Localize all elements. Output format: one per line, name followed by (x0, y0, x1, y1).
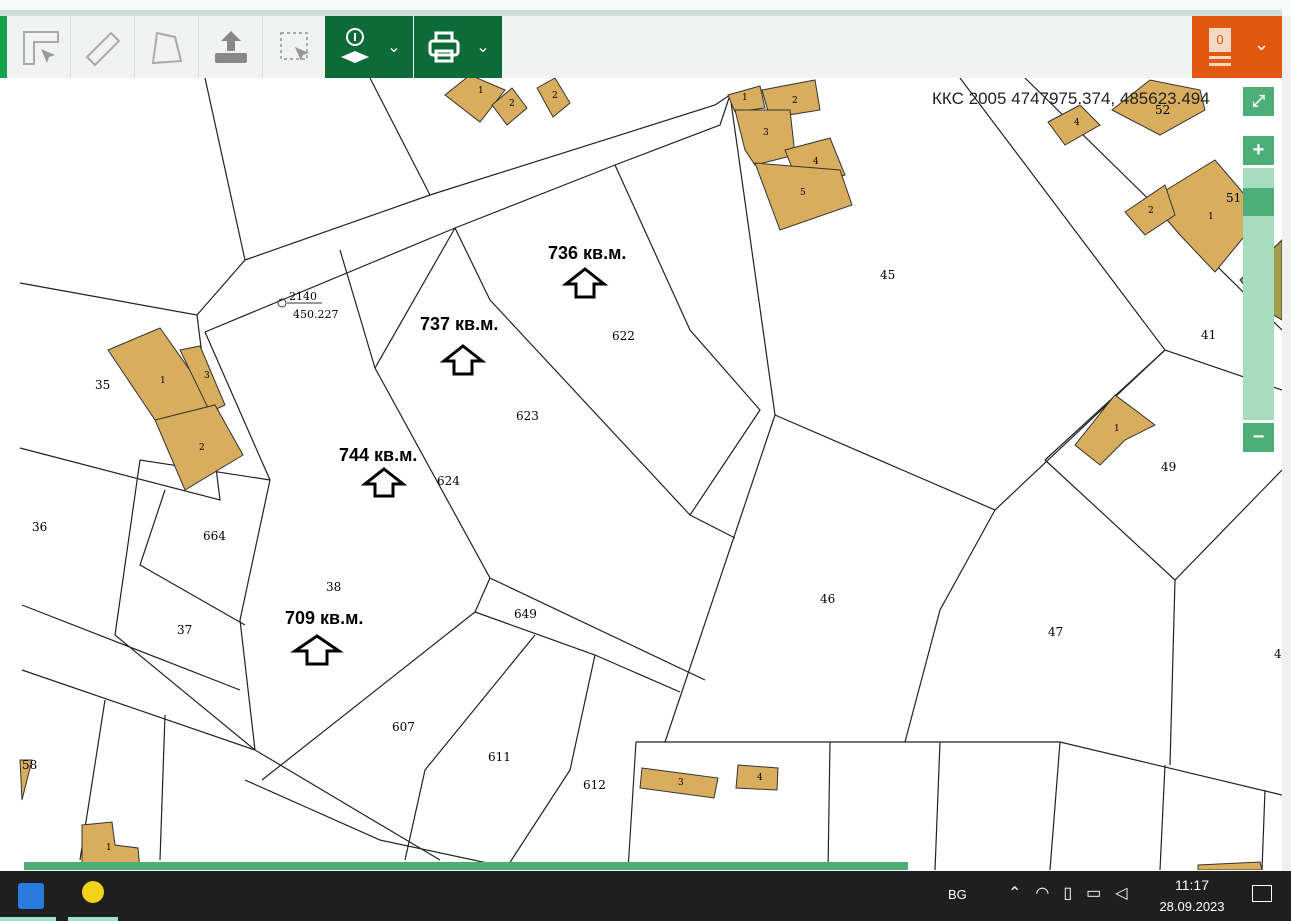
photos-app-icon[interactable] (18, 883, 44, 909)
area-label: 737 кв.м. (420, 314, 498, 334)
parcel-label[interactable]: 38 (326, 580, 341, 594)
language-indicator[interactable]: BG (948, 887, 967, 902)
upload-button[interactable] (199, 16, 263, 78)
chevron-down-icon: ⌄ (1254, 34, 1270, 54)
building-numbers: 1 2 2 1 2 3 4 5 4 1 2 1 3 2 1 3 4 1 (106, 86, 1214, 853)
info-layers-icon (341, 28, 370, 63)
building-number: 2 (792, 96, 798, 106)
zoom-in-button[interactable]: + (1243, 136, 1274, 165)
parcel-label[interactable]: 4 (1274, 647, 1282, 661)
bottom-panels (24, 862, 908, 870)
parcel-label[interactable]: 611 (488, 750, 511, 764)
clock-time[interactable]: 11:17 (1162, 877, 1222, 893)
building-number: 4 (1074, 118, 1080, 128)
cadastral-map[interactable]: 1 2 2 1 2 3 4 5 4 1 2 1 3 2 1 3 4 1 45 6… (0, 78, 1282, 870)
map-canvas: 1 2 2 1 2 3 4 5 4 1 2 1 3 2 1 3 4 1 45 6… (19, 78, 1282, 870)
building-number: 3 (763, 128, 769, 138)
building-number: 2 (509, 99, 515, 109)
list-icon-line (1209, 63, 1231, 66)
building-number: 1 (478, 86, 484, 96)
parcel-label[interactable]: 607 (392, 720, 415, 734)
ruler-icon (85, 31, 120, 67)
polygon-icon (151, 31, 182, 65)
zoom-slider-handle[interactable] (1243, 188, 1274, 216)
area-label: 736 кв.м. (548, 243, 626, 263)
survey-point: 2140 450.227 (277, 290, 339, 321)
arrow-up-icon (360, 467, 408, 498)
chevron-down-icon: ⌄ (387, 39, 401, 56)
parcel-label[interactable]: 35 (95, 378, 110, 392)
area-annotations: 736 кв.м. 737 кв.м. 744 кв.м. 709 кв.м. (285, 243, 626, 628)
parcel-label[interactable]: 37 (177, 623, 192, 637)
parcel-label[interactable]: 649 (514, 607, 537, 621)
parcel-label[interactable]: 36 (32, 520, 47, 534)
cart-count: 0 (1209, 28, 1231, 52)
print-button[interactable]: ⌄ (414, 16, 502, 78)
coordinates-tool-button[interactable] (7, 16, 71, 78)
parcel-label[interactable]: 622 (612, 329, 635, 343)
area-label: 744 кв.м. (339, 445, 417, 465)
active-indicator (0, 917, 56, 921)
building-number: 4 (813, 157, 819, 167)
point-elevation: 450.227 (293, 308, 339, 321)
building-number: 5 (800, 188, 806, 198)
parcel-label[interactable]: 41 (1201, 328, 1216, 342)
coordinate-readout: ККС 2005 4747975.374, 485623.494 (932, 89, 1210, 108)
point-number: 2140 (289, 290, 317, 303)
arrow-up-icon (561, 267, 609, 299)
parcel-label[interactable]: 612 (583, 778, 606, 792)
arrow-up-icon (290, 634, 344, 666)
chevron-down-icon: ⌄ (476, 39, 490, 56)
parcel-label[interactable]: 58 (22, 758, 37, 772)
building-number: 3 (204, 371, 210, 381)
clock-date[interactable]: 28.09.2023 (1152, 899, 1232, 914)
active-indicator (68, 917, 118, 921)
parcel-label[interactable]: 624 (437, 474, 460, 488)
select-area-button[interactable] (263, 16, 327, 78)
printer-icon (428, 31, 460, 63)
app-icon[interactable] (82, 881, 104, 903)
building-number: 1 (742, 93, 748, 103)
building-number: 1 (1208, 212, 1214, 222)
building-number: 4 (757, 773, 763, 783)
building-number: 1 (106, 843, 112, 853)
notifications-icon[interactable] (1252, 885, 1272, 902)
measure-distance-button[interactable] (71, 16, 135, 78)
parcel-label[interactable]: 623 (516, 409, 539, 423)
cart-button[interactable]: 0 ⌄ (1192, 16, 1282, 78)
measure-area-button[interactable] (135, 16, 199, 78)
toolbar-accent (0, 16, 7, 78)
arrow-up-icon (439, 344, 487, 376)
browser-strip (0, 0, 1291, 10)
parcel-label[interactable]: 46 (820, 592, 835, 606)
building-number: 1 (160, 376, 166, 386)
parcel-label[interactable]: 664 (203, 529, 226, 543)
zoom-out-button[interactable]: − (1243, 423, 1274, 452)
building-number: 1 (1114, 424, 1120, 434)
area-label: 709 кв.м. (285, 608, 363, 628)
building-number: 3 (678, 778, 684, 788)
parcel-label[interactable]: 45 (880, 268, 895, 282)
building-number: 2 (199, 443, 205, 453)
parcel-label[interactable]: 51 (1226, 191, 1241, 205)
select-icon (279, 32, 309, 61)
parcel-label[interactable]: 47 (1048, 625, 1063, 639)
parcel-label[interactable]: 49 (1161, 460, 1176, 474)
info-layers-button[interactable]: ⌄ (325, 16, 413, 78)
scrollbar[interactable] (1282, 16, 1291, 871)
fullscreen-button[interactable]: ⤢ (1243, 87, 1274, 116)
buildings (19, 78, 1282, 870)
coordinates-icon (22, 31, 59, 65)
upload-icon (214, 31, 247, 63)
expand-icon: ⤢ (1252, 92, 1265, 110)
taskbar: BG ⌃◠▯▭◁ 11:17 28.09.2023 (0, 871, 1291, 921)
building-number: 2 (552, 91, 558, 101)
tray-icons[interactable]: ⌃◠▯▭◁ (1008, 883, 1142, 903)
list-icon (1209, 56, 1231, 59)
building-number: 2 (1148, 206, 1154, 216)
